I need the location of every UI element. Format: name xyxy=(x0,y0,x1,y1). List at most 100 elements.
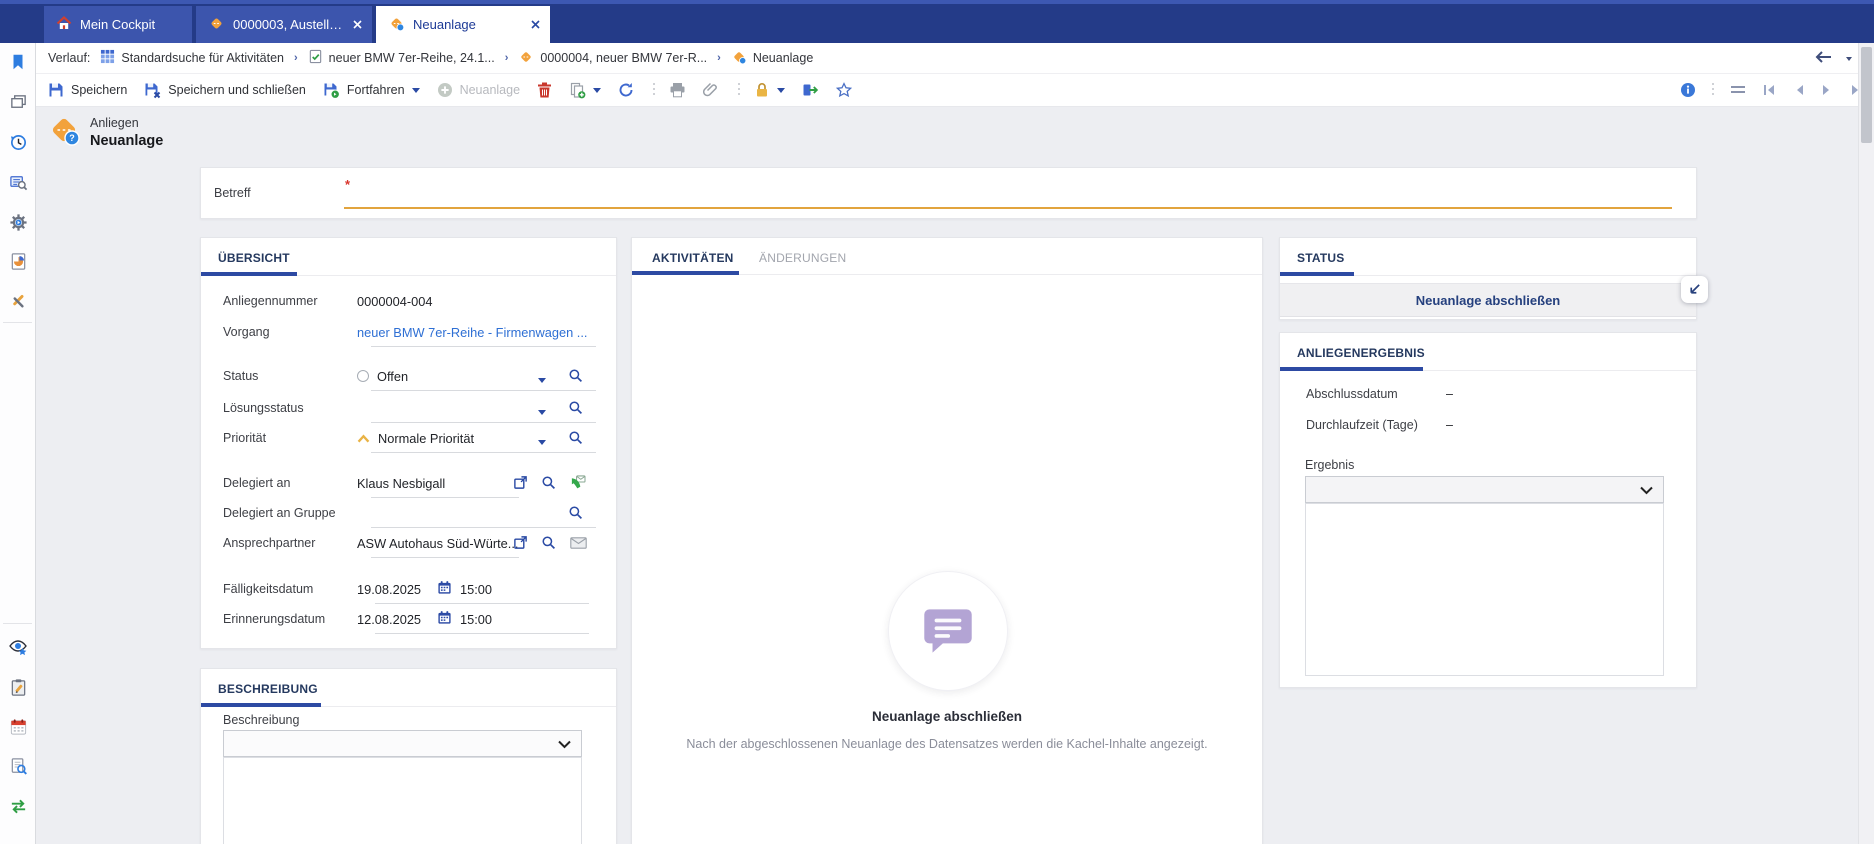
print-button[interactable] xyxy=(669,82,686,98)
chat-bubble-icon xyxy=(915,598,981,664)
panel-heading: STATUS xyxy=(1280,238,1696,265)
datepicker-icon[interactable] xyxy=(437,610,452,628)
close-icon[interactable] xyxy=(353,20,362,29)
tab-mein-cockpit[interactable]: Mein Cockpit xyxy=(44,6,192,43)
delete-button[interactable] xyxy=(537,82,552,98)
vorgang-link[interactable]: neuer BMW 7er-Reihe - Firmenwagen ... xyxy=(357,325,587,340)
beschreibung-textarea[interactable] xyxy=(223,757,582,844)
field-value[interactable]: Klaus Nesbigall xyxy=(349,476,596,491)
attachment-button[interactable] xyxy=(703,82,719,98)
clipboard-edit-icon[interactable] xyxy=(6,675,30,699)
breadcrumb-item-anliegen[interactable]: 0000004, neuer BMW 7er-R... xyxy=(518,49,707,68)
eye-star-icon[interactable] xyxy=(6,635,30,659)
time-value[interactable]: 15:00 xyxy=(460,582,492,597)
report-doc-icon[interactable] xyxy=(6,249,30,273)
ergebnis-select[interactable] xyxy=(1305,476,1664,503)
continue-button[interactable]: Fortfahren xyxy=(323,82,420,99)
chevron-down-icon[interactable] xyxy=(412,88,420,97)
phone-mail-icon[interactable] xyxy=(569,475,586,490)
priority-value[interactable]: Normale Priorität xyxy=(349,431,596,446)
betreff-input[interactable] xyxy=(359,175,1666,201)
anliegen-badge-icon xyxy=(731,49,747,68)
tab-label: 0000003, Austellung ... xyxy=(233,17,345,32)
delegate-icon xyxy=(802,82,819,98)
search-icon[interactable] xyxy=(541,535,556,550)
chevron-down-icon[interactable] xyxy=(777,88,785,97)
field-erinnerungsdatum: Erinnerungsdatum 12.08.2025 15:00 xyxy=(223,606,596,632)
scrollbar-thumb[interactable] xyxy=(1861,47,1872,143)
breadcrumb-item-neuanlage[interactable]: Neuanlage xyxy=(731,49,813,68)
field-value: – xyxy=(1446,418,1453,432)
first-record-button[interactable] xyxy=(1762,83,1777,97)
previous-record-button[interactable] xyxy=(1793,83,1805,97)
next-record-button[interactable] xyxy=(1821,83,1833,97)
history-icon[interactable] xyxy=(6,130,30,154)
save-and-close-button[interactable]: Speichern und schließen xyxy=(144,82,306,99)
toolbar-divider xyxy=(738,83,740,97)
open-record-icon[interactable] xyxy=(513,475,528,490)
datepicker-icon[interactable] xyxy=(437,580,452,598)
breadcrumb-item-vorgang[interactable]: neuer BMW 7er-Reihe, 24.1... xyxy=(308,49,495,67)
panel-rule xyxy=(632,271,1262,275)
time-value[interactable]: 15:00 xyxy=(460,612,492,627)
chevron-down-icon xyxy=(558,740,571,749)
search-notes-icon[interactable] xyxy=(6,170,30,194)
bookmark-icon[interactable] xyxy=(6,50,30,74)
field-value[interactable]: ASW Autohaus Süd-Würte... xyxy=(349,536,596,551)
date-value[interactable]: 19.08.2025 xyxy=(357,582,429,597)
betreff-card: Betreff * xyxy=(200,167,1697,219)
windows-icon[interactable] xyxy=(6,90,30,114)
chevron-down-icon[interactable] xyxy=(538,378,546,387)
search-icon[interactable] xyxy=(568,400,583,415)
date-value[interactable]: 12.08.2025 xyxy=(357,612,429,627)
status-value[interactable]: Offen xyxy=(349,369,596,384)
vertical-scrollbar[interactable] xyxy=(1858,43,1874,844)
complete-creation-button[interactable]: Neuanlage abschließen xyxy=(1280,283,1696,317)
chevron-down-icon[interactable] xyxy=(593,88,601,97)
beschreibung-select[interactable] xyxy=(223,730,582,757)
grid-icon xyxy=(100,49,115,67)
search-icon[interactable] xyxy=(568,505,583,520)
breadcrumb-item-standardsuche[interactable]: Standardsuche für Aktivitäten xyxy=(100,49,284,67)
tab-0000003-austellung[interactable]: 0000003, Austellung ... xyxy=(196,6,372,43)
doc-search-icon[interactable] xyxy=(6,754,30,778)
favorite-button[interactable] xyxy=(836,82,852,98)
copy-record-button[interactable] xyxy=(569,82,601,99)
chevron-right-icon: › xyxy=(717,52,721,64)
field-faelligkeitsdatum: Fälligkeitsdatum 19.08.2025 15:00 xyxy=(223,576,596,602)
betreff-label: Betreff xyxy=(214,168,251,218)
svg-text:?: ? xyxy=(69,133,75,143)
save-button[interactable]: Speichern xyxy=(48,82,127,98)
info-button[interactable] xyxy=(1680,82,1696,98)
history-dropdown-icon[interactable] xyxy=(1846,57,1852,64)
toolbar: Speichern Speichern und schließen Fortfa… xyxy=(36,74,1874,107)
tab-neuanlage[interactable]: Neuanlage xyxy=(376,6,550,43)
panel-heading: BESCHREIBUNG xyxy=(201,669,616,696)
empty-state-caption: Nach der abgeschlossenen Neuanlage des D… xyxy=(632,737,1262,751)
anliegen-icon xyxy=(208,15,225,35)
search-icon[interactable] xyxy=(568,368,583,383)
calendar-icon[interactable] xyxy=(6,714,30,738)
mail-icon[interactable] xyxy=(570,537,587,549)
panel-heading: ANLIEGENERGEBNIS xyxy=(1280,333,1696,360)
search-icon[interactable] xyxy=(568,430,583,445)
chevron-down-icon[interactable] xyxy=(538,410,546,419)
tab-bar: Mein Cockpit 0000003, Austellung ... Neu… xyxy=(0,0,1874,43)
sync-icon[interactable] xyxy=(6,794,30,818)
new-record-button[interactable]: Neuanlage xyxy=(437,82,520,98)
collapse-panel-button[interactable] xyxy=(1681,276,1708,303)
ergebnis-textarea[interactable] xyxy=(1305,503,1664,676)
permissions-button[interactable] xyxy=(754,82,785,98)
list-view-button[interactable] xyxy=(1730,83,1746,97)
refresh-button[interactable] xyxy=(618,82,634,98)
tab-aktivitaeten[interactable]: AKTIVITÄTEN xyxy=(652,251,734,265)
gear-play-icon[interactable] xyxy=(6,210,30,234)
open-record-icon[interactable] xyxy=(513,535,528,550)
tab-aenderungen[interactable]: ÄNDERUNGEN xyxy=(759,251,846,265)
tools-icon[interactable] xyxy=(6,289,30,313)
close-icon[interactable] xyxy=(531,20,540,29)
search-icon[interactable] xyxy=(541,475,556,490)
delegate-button[interactable] xyxy=(802,82,819,98)
chevron-down-icon[interactable] xyxy=(538,440,546,449)
history-back-icon[interactable] xyxy=(1815,51,1832,66)
